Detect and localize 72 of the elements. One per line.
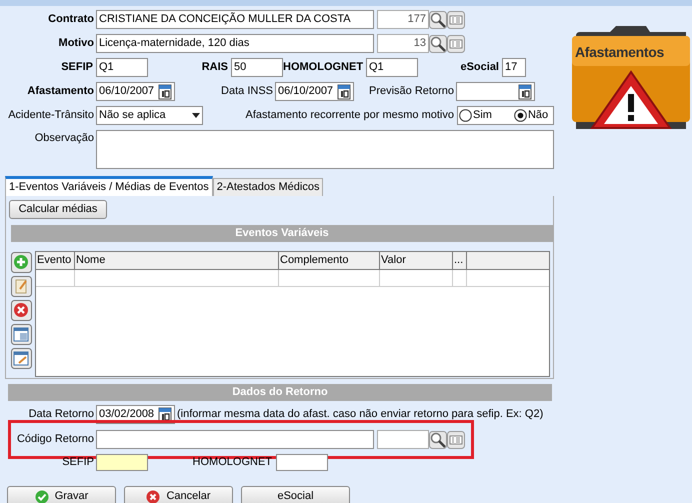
field-label: SEFIP bbox=[60, 60, 94, 76]
date-field[interactable] bbox=[456, 82, 535, 101]
text-field[interactable] bbox=[276, 454, 328, 471]
field-label: Acidente-Trânsito bbox=[7, 108, 95, 124]
text-field[interactable] bbox=[96, 454, 148, 471]
section-header: Eventos Variáveis bbox=[11, 225, 553, 242]
calendar-icon[interactable] bbox=[518, 84, 532, 100]
check-icon[interactable] bbox=[34, 490, 49, 503]
field-label: Previsão Retorno bbox=[368, 84, 455, 100]
edit-icon[interactable] bbox=[11, 276, 32, 297]
calendar-icon[interactable] bbox=[158, 406, 172, 422]
column-header[interactable]: Nome bbox=[75, 252, 279, 269]
caret-icon[interactable] bbox=[192, 113, 200, 118]
text-field[interactable]: 17 bbox=[502, 58, 526, 77]
radio-option[interactable]: Sim bbox=[459, 107, 492, 124]
text-field[interactable]: Q1 bbox=[366, 58, 418, 77]
cancel-icon[interactable] bbox=[146, 490, 160, 503]
field-label: Observação bbox=[34, 131, 95, 146]
field-label: Data INSS bbox=[220, 84, 274, 100]
search-icon[interactable] bbox=[429, 430, 447, 448]
column-header[interactable]: Evento bbox=[36, 252, 75, 269]
code-field[interactable]: 13 bbox=[377, 34, 429, 53]
delete-icon[interactable] bbox=[11, 300, 32, 321]
field-label: RAIS bbox=[200, 60, 229, 76]
radio-icon[interactable] bbox=[514, 109, 527, 122]
action-button[interactable]: eSocial bbox=[241, 486, 350, 503]
column-header[interactable]: ... bbox=[453, 252, 467, 269]
field-label: Afastamento bbox=[26, 84, 95, 100]
folder-drawing[interactable] bbox=[572, 24, 690, 129]
section-header: Dados do Retorno bbox=[8, 384, 552, 401]
text-field[interactable]: Licença-maternidade, 120 dias bbox=[96, 34, 374, 53]
field-label: Afastamento recorrente por mesmo motivo bbox=[244, 108, 455, 124]
search-icon[interactable] bbox=[429, 10, 447, 28]
field-label: HOMOLOGNET bbox=[192, 455, 273, 470]
tab[interactable]: 2-Atestados Médicos bbox=[212, 178, 324, 196]
window-icon[interactable] bbox=[11, 324, 32, 345]
text-field[interactable] bbox=[96, 430, 374, 449]
field-label: Motivo bbox=[58, 36, 95, 52]
hint-text: (informar mesma data do afast. caso não enviar retorno para sefip. Ex: Q2) bbox=[177, 407, 544, 422]
radio-icon[interactable] bbox=[459, 109, 472, 122]
field-label: eSocial bbox=[459, 60, 500, 76]
radio-option[interactable]: Não bbox=[514, 107, 548, 124]
code-field[interactable] bbox=[377, 430, 429, 449]
field-label: Contrato bbox=[47, 12, 95, 28]
calendar-icon[interactable] bbox=[158, 84, 172, 100]
text-field[interactable]: CRISTIANE DA CONCEIÇÃO MULLER DA COSTA bbox=[96, 10, 374, 29]
field-label: HOMOLOGNET bbox=[283, 60, 364, 76]
text-area[interactable] bbox=[96, 130, 554, 169]
column-header[interactable]: Complemento bbox=[279, 252, 380, 269]
add-icon[interactable] bbox=[11, 252, 32, 273]
calendar-icon[interactable] bbox=[337, 84, 351, 100]
field-label: SEFIP bbox=[61, 455, 95, 470]
text-field[interactable]: Q1 bbox=[96, 58, 148, 77]
date-field[interactable]: 06/10/2007 bbox=[96, 82, 175, 101]
date-value: 06/10/2007 bbox=[278, 84, 334, 100]
field-label: Data Retorno bbox=[28, 407, 95, 422]
search-icon[interactable] bbox=[429, 34, 447, 52]
dropdown[interactable]: Não se aplica bbox=[96, 106, 203, 125]
date-value: 03/02/2008 bbox=[99, 407, 154, 422]
column-header[interactable]: Valor bbox=[380, 252, 453, 269]
text-field[interactable]: 50 bbox=[231, 58, 283, 77]
form-edit-icon[interactable] bbox=[11, 348, 32, 369]
tab[interactable]: 1-Eventos Variáveis / Médias de Eventos bbox=[5, 176, 213, 196]
action-button[interactable]: Cancelar bbox=[124, 486, 233, 503]
action-button[interactable]: Gravar bbox=[7, 486, 116, 503]
calculate-button[interactable]: Calcular médias bbox=[9, 200, 107, 219]
code-field[interactable]: 177 bbox=[377, 10, 429, 29]
date-field[interactable]: 06/10/2007 bbox=[275, 82, 354, 101]
dropdown-value: Não se aplica bbox=[99, 108, 166, 124]
date-value: 06/10/2007 bbox=[99, 84, 154, 100]
folder-label: Afastamentos bbox=[575, 43, 664, 62]
field-label: Código Retorno bbox=[16, 432, 95, 448]
